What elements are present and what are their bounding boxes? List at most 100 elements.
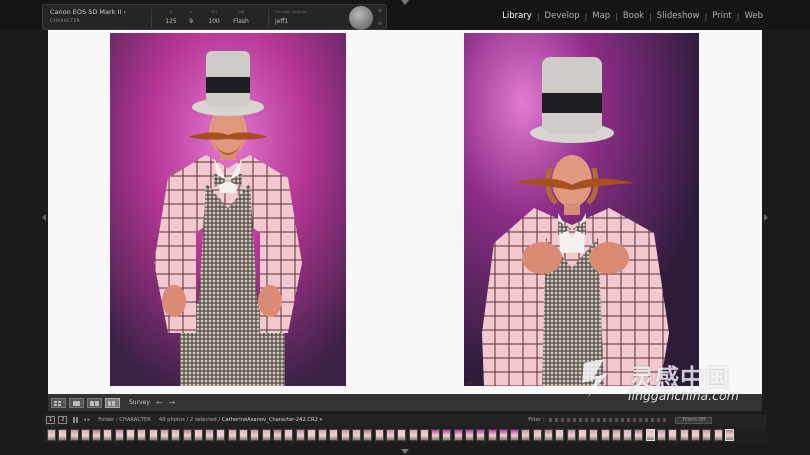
filmstrip-thumbnail[interactable] (239, 428, 249, 441)
filmstrip-thumbnail[interactable] (385, 428, 395, 441)
next-photo-button[interactable]: → (169, 398, 176, 407)
filmstrip-thumbnail[interactable] (408, 428, 418, 441)
filmstrip-thumbnail[interactable] (577, 428, 587, 441)
survey-view-button[interactable] (105, 397, 120, 408)
filmstrip-thumbnail[interactable] (284, 428, 294, 441)
close-icon[interactable]: ⊗ (378, 21, 382, 27)
settings-icon[interactable]: ⚙ (378, 8, 382, 14)
session-name: CHARACTER (50, 19, 81, 24)
right-panel-toggle-icon[interactable] (764, 214, 768, 221)
navigate-arrows-icon[interactable]: ◂ ▸ (83, 417, 90, 423)
filmstrip-thumbnail[interactable] (487, 428, 497, 441)
filmstrip-thumbnail[interactable] (295, 428, 305, 441)
filmstrip-thumbnail[interactable] (453, 428, 463, 441)
develop-settings[interactable]: Develop Settings jeff1 (275, 9, 307, 25)
filmstrip-thumbnail[interactable] (679, 428, 689, 441)
filmstrip-thumbnail[interactable] (182, 428, 192, 441)
filmstrip-thumbnail[interactable] (702, 428, 712, 441)
filmstrip-thumbnail[interactable] (58, 428, 68, 441)
filmstrip-thumbnail[interactable] (69, 428, 79, 441)
filmstrip-thumbnail[interactable] (690, 428, 700, 441)
filmstrip-thumbnail[interactable] (419, 428, 429, 441)
filmstrip-header: 1 2 ◂ ▸ Folder : CHARACTER 48 photos / 2… (43, 414, 767, 426)
filmstrip-thumbnail[interactable] (713, 428, 723, 441)
left-panel-toggle-icon[interactable] (42, 214, 46, 221)
survey-view: ☆☆ ✕ (48, 30, 762, 394)
filmstrip-thumbnail[interactable] (498, 428, 508, 441)
filmstrip-thumbnail[interactable] (193, 428, 203, 441)
filmstrip-thumbnail[interactable] (532, 428, 542, 441)
module-slideshow[interactable]: Slideshow (656, 11, 701, 21)
filmstrip-thumbnail[interactable] (340, 428, 350, 441)
main-window-button[interactable]: 1 (46, 416, 56, 424)
shutter-button[interactable] (348, 5, 374, 31)
filmstrip-thumbnail[interactable] (114, 428, 124, 441)
filter-preset-select[interactable]: Filters Off (675, 416, 713, 424)
filmstrip-thumbnail[interactable] (464, 428, 474, 441)
filmstrip-thumbnail[interactable] (159, 428, 169, 441)
filmstrip-thumbnail[interactable] (216, 428, 226, 441)
filmstrip-thumbnail[interactable] (329, 428, 339, 441)
module-develop[interactable]: Develop (544, 11, 581, 21)
filmstrip-thumbnail[interactable] (374, 428, 384, 441)
filmstrip-thumbnail[interactable] (544, 428, 554, 441)
filmstrip-thumbnail[interactable] (566, 428, 576, 441)
grid-view-button[interactable] (51, 397, 66, 408)
photo-survey-2[interactable]: ☆☆ ✕ (464, 33, 699, 386)
filmstrip-thumbnail[interactable] (521, 428, 531, 441)
filmstrip-thumbnail[interactable] (431, 428, 441, 441)
filmstrip-thumbnail[interactable] (318, 428, 328, 441)
selected-filename[interactable]: CatherineAsanov_Character-242.CR2 (222, 417, 318, 423)
previous-photo-button[interactable]: ← (156, 398, 163, 407)
top-panel-toggle-icon[interactable] (401, 0, 409, 5)
filmstrip-thumbnail[interactable] (92, 428, 102, 441)
filmstrip-thumbnail[interactable] (668, 428, 678, 441)
module-book[interactable]: Book (622, 11, 645, 21)
filmstrip-thumbnail[interactable] (205, 428, 215, 441)
filmstrip-thumbnail[interactable] (657, 428, 667, 441)
module-library[interactable]: Library (501, 11, 533, 21)
filmstrip-thumbnail[interactable] (47, 428, 56, 441)
filmstrip-thumbnail[interactable] (227, 428, 237, 441)
filmstrip-thumbnail[interactable] (611, 428, 621, 441)
filmstrip-thumbnail[interactable] (171, 428, 181, 441)
filmstrip-thumbnail[interactable] (126, 428, 136, 441)
module-map[interactable]: Map (591, 11, 611, 21)
filmstrip-thumbnail[interactable] (634, 428, 644, 441)
filmstrip-thumbnail[interactable] (103, 428, 113, 441)
filmstrip-thumbnail[interactable] (510, 428, 520, 441)
camera-model[interactable]: Canon EOS 5D Mark II ‹ (50, 8, 126, 16)
filmstrip-thumbnail[interactable] (148, 428, 158, 441)
close-photo-icon[interactable]: ✕ (694, 380, 697, 385)
loupe-view-button[interactable] (69, 397, 84, 408)
filmstrip-thumbnail[interactable] (589, 428, 599, 441)
filmstrip-thumbnail[interactable] (363, 428, 373, 441)
flag-filter-icons[interactable] (549, 418, 670, 422)
second-window-button[interactable]: 2 (58, 416, 68, 424)
photo-survey-1[interactable] (110, 33, 346, 386)
bottom-panel-toggle-icon[interactable] (401, 449, 409, 454)
filmstrip-thumbnail[interactable] (476, 428, 486, 441)
filmstrip-thumbnail[interactable] (261, 428, 271, 441)
filmstrip-thumbnail[interactable] (272, 428, 282, 441)
filmstrip-thumbnail[interactable] (645, 428, 655, 441)
hud-divider (151, 9, 152, 27)
filmstrip-thumbnail[interactable] (352, 428, 362, 441)
rating-stars-icon[interactable]: ☆☆ (466, 380, 473, 385)
module-web[interactable]: Web (743, 11, 764, 21)
module-print[interactable]: Print (711, 11, 733, 21)
filmstrip-thumbnail[interactable] (137, 428, 147, 441)
filmstrip-thumbnail[interactable] (724, 428, 734, 441)
filmstrip-thumbnail[interactable] (397, 428, 407, 441)
filmstrip-thumbnail[interactable] (600, 428, 610, 441)
compare-view-button[interactable] (87, 397, 102, 408)
module-picker: Library | Develop | Map | Book | Slideshow | … (501, 11, 764, 21)
filmstrip-thumbnail[interactable] (442, 428, 452, 441)
filmstrip-thumbnail[interactable] (555, 428, 565, 441)
filmstrip-thumbnail[interactable] (623, 428, 633, 441)
filmstrip-thumbnail[interactable] (80, 428, 90, 441)
filmstrip-thumbnail[interactable] (306, 428, 316, 441)
aperture: f/ 9 (189, 9, 193, 25)
grid-icon[interactable] (73, 417, 80, 423)
filmstrip-thumbnail[interactable] (250, 428, 260, 441)
